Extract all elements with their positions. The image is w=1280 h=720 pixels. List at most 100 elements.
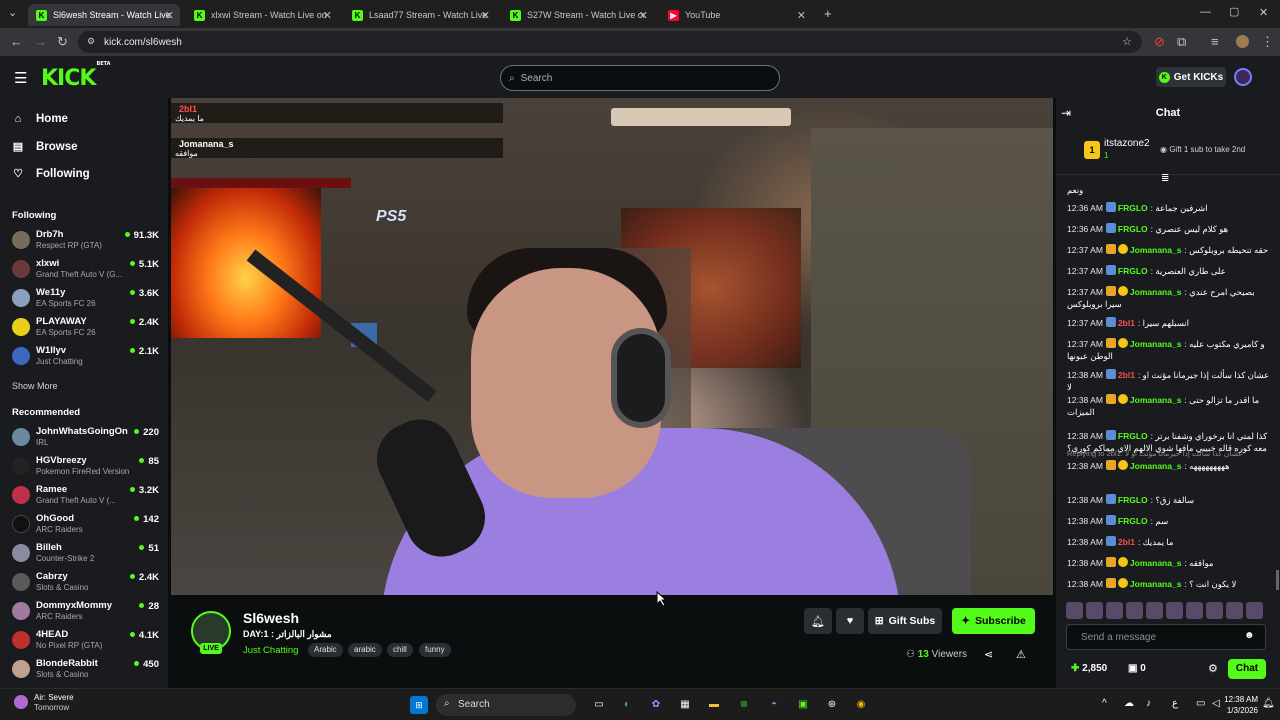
emote-picker-icon[interactable]: ☻ (1244, 630, 1255, 641)
kick-app-icon[interactable]: ▣ (794, 696, 812, 714)
chat-username[interactable]: 2bl1 (1118, 537, 1135, 547)
stream-category[interactable]: Just Chatting (243, 645, 298, 656)
following-channel[interactable]: We11y EA Sports FC 26 3.6K (12, 286, 162, 312)
stream-tag[interactable]: funny (419, 643, 451, 657)
bookmark-star-icon[interactable]: ☆ (1122, 35, 1132, 48)
recommended-channel[interactable]: DommyxMommy ARC Raiders 28 (12, 599, 162, 625)
report-icon[interactable]: ⚠ (1016, 648, 1026, 661)
recommended-channel[interactable]: HGVbreezy Pokemon FireRed Version 85 (12, 454, 162, 480)
chat-username[interactable]: 2bl1 (1118, 370, 1135, 380)
browser-tab[interactable]: K Sl6wesh Stream - Watch Live on Kick ✕ (28, 4, 180, 26)
send-chat-button[interactable]: Chat (1228, 659, 1266, 679)
task-view-icon[interactable]: ▭ (590, 696, 608, 714)
language-icon[interactable]: ع (1172, 698, 1178, 709)
microphone-icon[interactable]: ♪ (1146, 698, 1151, 709)
emote[interactable] (1146, 602, 1163, 619)
share-icon[interactable]: ⋖ (984, 648, 993, 661)
stream-tag[interactable]: Arabic (308, 643, 343, 657)
close-tab-icon[interactable]: ✕ (797, 9, 806, 22)
minimize-icon[interactable]: — (1200, 6, 1211, 18)
notification-bell-button[interactable]: 🔔︎ (804, 608, 832, 634)
stream-tag[interactable]: arabic (348, 643, 382, 657)
emote[interactable] (1226, 602, 1243, 619)
recommended-channel[interactable]: Cabrzy Slots & Casino 2.4K (12, 570, 162, 596)
browser-tab[interactable]: ▶ YouTube ✕ (660, 4, 812, 26)
chat-username[interactable]: FRGLO (1118, 495, 1148, 505)
emote[interactable] (1206, 602, 1223, 619)
leader-name[interactable]: itstazone2 (1104, 138, 1150, 149)
discord-icon[interactable]: ◓ (765, 696, 783, 714)
maximize-icon[interactable]: ▢ (1229, 5, 1239, 18)
back-icon[interactable]: ← (10, 34, 23, 49)
stream-tag[interactable]: chill (387, 643, 413, 657)
edge-icon[interactable]: ◐ (618, 696, 636, 714)
emote[interactable] (1186, 602, 1203, 619)
chat-username[interactable]: Jomanana_s (1130, 461, 1182, 471)
chat-filter-icon[interactable]: ≣ (1161, 173, 1169, 184)
search-input[interactable]: ⌕ Search (500, 65, 780, 91)
tab-search-icon[interactable]: ⌄ (8, 6, 17, 19)
extensions-puzzle-icon[interactable]: ⧉ (1177, 34, 1186, 50)
chat-username[interactable]: FRGLO (1118, 203, 1148, 213)
browser-tab[interactable]: K xlxwi Stream - Watch Live on Kick ✕ (186, 4, 338, 26)
reload-icon[interactable]: ↻ (57, 34, 68, 50)
following-channel[interactable]: Drb7h Respect RP (GTA) 91.3K (12, 228, 162, 254)
reading-list-icon[interactable]: ≡ (1211, 34, 1219, 49)
new-tab-icon[interactable]: + (824, 6, 832, 21)
recommended-channel[interactable]: OhGood ARC Raiders 142 (12, 512, 162, 538)
sidebar-item-home[interactable]: ⌂ Home (12, 113, 68, 125)
recommended-channel[interactable]: 4HEAD No Pixel RP (GTA) 4.1K (12, 628, 162, 654)
get-kicks-button[interactable]: K Get KICKs (1156, 67, 1226, 87)
store-icon[interactable]: ▦ (676, 696, 694, 714)
chat-username[interactable]: Jomanana_s (1130, 245, 1182, 255)
steam-icon[interactable]: ⊛ (823, 696, 841, 714)
recommended-channel[interactable]: Ramee Grand Theft Auto V (... 3.2K (12, 483, 162, 509)
following-channel[interactable]: xlxwi Grand Theft Auto V (G... 5.1K (12, 257, 162, 283)
gift-prompt[interactable]: ◉ Gift 1 sub to take 2nd (1160, 145, 1245, 154)
close-tab-icon[interactable]: ✕ (639, 9, 648, 22)
xbox-icon[interactable]: ⊗ (735, 696, 753, 714)
hamburger-menu-icon[interactable]: ☰ (14, 69, 27, 87)
channel-name[interactable]: Sl6wesh (243, 610, 299, 626)
recommended-channel[interactable]: JohnWhatsGoingOn IRL 220 (12, 425, 162, 451)
chat-username[interactable]: FRGLO (1118, 516, 1148, 526)
chat-username[interactable]: Jomanana_s (1130, 395, 1182, 405)
taskbar-search[interactable]: ⌕ Search (436, 694, 576, 716)
network-icon[interactable]: ▭ (1196, 698, 1205, 709)
emote[interactable] (1126, 602, 1143, 619)
sidebar-item-following[interactable]: ♡ Following (12, 167, 90, 181)
notifications-icon[interactable]: 🔔︎ (1262, 698, 1275, 709)
windows-start-icon[interactable]: ⊞ (410, 696, 428, 714)
close-tab-icon[interactable]: ✕ (165, 9, 174, 22)
address-bar[interactable]: ⚙ kick.com/sl6wesh ☆ (78, 31, 1142, 53)
extension-icon[interactable]: ⊘ (1154, 34, 1165, 50)
tray-overflow-icon[interactable]: ^ (1102, 698, 1107, 709)
close-window-icon[interactable]: ✕ (1259, 6, 1268, 19)
browser-tab[interactable]: K S27W Stream - Watch Live on Kick ✕ (502, 4, 654, 26)
emote[interactable] (1106, 602, 1123, 619)
kick-logo[interactable]: KICKBETA (41, 61, 111, 91)
chat-username[interactable]: FRGLO (1118, 224, 1148, 234)
site-info-icon[interactable]: ⚙ (87, 36, 95, 47)
chat-username[interactable]: FRGLO (1118, 431, 1148, 441)
browser-menu-icon[interactable]: ⋮ (1261, 34, 1274, 50)
forward-icon[interactable]: → (34, 34, 47, 49)
file-explorer-icon[interactable]: ▬ (705, 696, 723, 714)
chat-username[interactable]: FRGLO (1118, 266, 1148, 276)
copilot-icon[interactable]: ✿ (647, 696, 665, 714)
gifts-balance[interactable]: ▣ 0 (1128, 663, 1146, 674)
gift-subs-button[interactable]: ⊞ Gift Subs (868, 608, 942, 634)
chat-username[interactable]: 2bl1 (1118, 318, 1135, 328)
kicks-balance[interactable]: ✚ 2,850 (1071, 663, 1107, 674)
user-avatar[interactable] (1234, 68, 1252, 86)
emote[interactable] (1066, 602, 1083, 619)
profile-avatar[interactable] (1236, 35, 1249, 48)
chat-username[interactable]: Jomanana_s (1130, 579, 1182, 589)
following-channel[interactable]: W1llyv Just Chatting 2.1K (12, 344, 162, 370)
chat-message-input[interactable]: Send a message (1066, 624, 1266, 650)
emote[interactable] (1086, 602, 1103, 619)
chat-username[interactable]: Jomanana_s (1130, 558, 1182, 568)
emote[interactable] (1166, 602, 1183, 619)
recommended-channel[interactable]: BlondeRabbit Slots & Casino 450 (12, 657, 162, 683)
taskbar-clock[interactable]: 12:38 AM 1/3/2026 (1208, 694, 1258, 716)
